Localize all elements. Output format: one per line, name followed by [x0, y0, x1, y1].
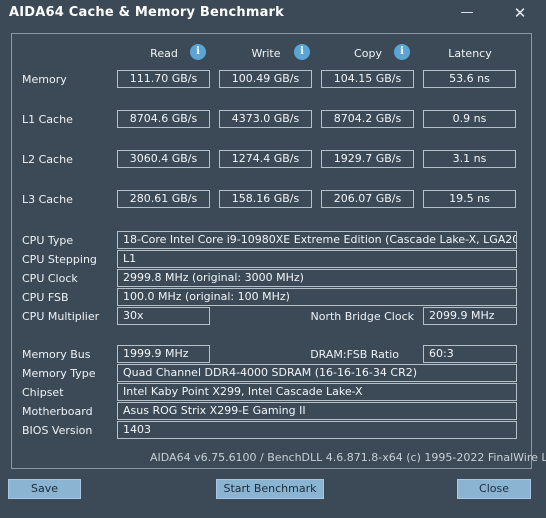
minimize-icon[interactable]: — — [456, 3, 478, 23]
bios-version-value: 1403 — [117, 421, 517, 439]
l1-write-value: 4373.0 GB/s — [219, 110, 312, 128]
memory-type-label: Memory Type — [22, 367, 96, 380]
memory-copy-value: 104.15 GB/s — [321, 70, 414, 88]
north-bridge-clock-value: 2099.9 MHz — [423, 307, 517, 325]
memory-write-value: 100.49 GB/s — [219, 70, 312, 88]
info-icon[interactable]: i — [294, 44, 310, 60]
cpu-clock-label: CPU Clock — [22, 272, 78, 285]
memory-bus-label: Memory Bus — [22, 348, 91, 361]
dram-fsb-ratio-label: DRAM:FSB Ratio — [310, 348, 399, 361]
benchmark-label-l3: L3 Cache — [22, 193, 73, 206]
l2-latency-value: 3.1 ns — [423, 150, 516, 168]
motherboard-value: Asus ROG Strix X299-E Gaming II — [117, 402, 517, 420]
info-icon[interactable]: i — [190, 44, 206, 60]
l2-read-value: 3060.4 GB/s — [117, 150, 210, 168]
memory-type-value: Quad Channel DDR4-4000 SDRAM (16-16-16-3… — [117, 364, 517, 382]
l2-copy-value: 1929.7 GB/s — [321, 150, 414, 168]
l3-latency-value: 19.5 ns — [423, 190, 516, 208]
l1-copy-value: 8704.2 GB/s — [321, 110, 414, 128]
close-icon[interactable]: ✕ — [509, 3, 531, 23]
l3-read-value: 280.61 GB/s — [117, 190, 210, 208]
memory-read-value: 111.70 GB/s — [117, 70, 210, 88]
cpu-multiplier-label: CPU Multiplier — [22, 310, 100, 323]
benchmark-label-l2: L2 Cache — [22, 153, 73, 166]
cpu-stepping-value: L1 — [117, 250, 517, 268]
version-footer: AIDA64 v6.75.6100 / BenchDLL 4.6.871.8-x… — [150, 451, 546, 464]
column-header-latency: Latency — [448, 47, 492, 60]
dram-fsb-ratio-value: 60:3 — [423, 345, 517, 363]
l3-write-value: 158.16 GB/s — [219, 190, 312, 208]
cpu-fsb-label: CPU FSB — [22, 291, 69, 304]
info-icon[interactable]: i — [394, 44, 410, 60]
benchmark-label-l1: L1 Cache — [22, 113, 73, 126]
l1-read-value: 8704.6 GB/s — [117, 110, 210, 128]
l2-write-value: 1274.4 GB/s — [219, 150, 312, 168]
benchmark-label-memory: Memory — [22, 73, 67, 86]
chipset-label: Chipset — [22, 386, 64, 399]
cpu-type-label: CPU Type — [22, 234, 74, 247]
window-title: AIDA64 Cache & Memory Benchmark — [9, 5, 285, 20]
cpu-type-value: 18-Core Intel Core i9-10980XE Extreme Ed… — [117, 231, 517, 249]
bios-version-label: BIOS Version — [22, 424, 93, 437]
close-button[interactable]: Close — [457, 479, 531, 499]
cpu-clock-value: 2999.8 MHz (original: 3000 MHz) — [117, 269, 517, 287]
save-button[interactable]: Save — [8, 479, 81, 499]
title-bar: AIDA64 Cache & Memory Benchmark — ✕ — [0, 0, 546, 28]
l3-copy-value: 206.07 GB/s — [321, 190, 414, 208]
memory-latency-value: 53.6 ns — [423, 70, 516, 88]
chipset-value: Intel Kaby Point X299, Intel Cascade Lak… — [117, 383, 517, 401]
l1-latency-value: 0.9 ns — [423, 110, 516, 128]
start-benchmark-button[interactable]: Start Benchmark — [216, 479, 324, 499]
cpu-multiplier-value: 30x — [117, 307, 210, 325]
memory-bus-value: 1999.9 MHz — [117, 345, 210, 363]
cpu-fsb-value: 100.0 MHz (original: 100 MHz) — [117, 288, 517, 306]
motherboard-label: Motherboard — [22, 405, 93, 418]
cpu-stepping-label: CPU Stepping — [22, 253, 97, 266]
north-bridge-clock-label: North Bridge Clock — [310, 310, 414, 323]
